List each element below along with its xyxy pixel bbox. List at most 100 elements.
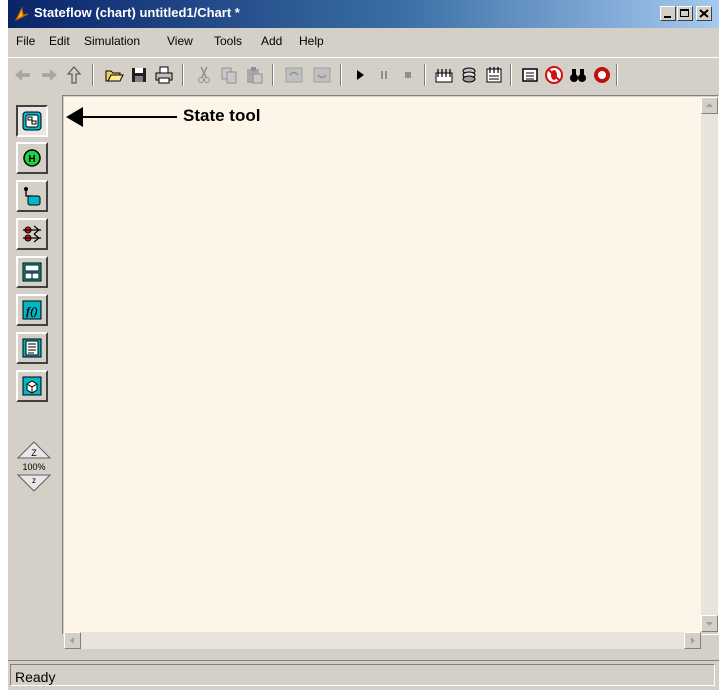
svg-text:f(): f()	[26, 304, 38, 318]
title-bar[interactable]: Stateflow (chart) untitled1/Chart *	[8, 0, 719, 28]
maximize-button[interactable]	[677, 6, 693, 21]
horizontal-scrollbar[interactable]	[64, 632, 701, 649]
toolbar	[8, 57, 719, 94]
box-tool-icon	[22, 376, 42, 396]
toolbar-separator	[616, 64, 618, 86]
status-field: Ready	[10, 664, 715, 686]
cut-button[interactable]	[194, 65, 214, 85]
truth-table-button[interactable]	[16, 256, 48, 288]
toolbar-separator	[182, 64, 184, 86]
paste-icon	[247, 67, 263, 84]
status-bar: Ready	[8, 660, 719, 691]
graphical-function-button[interactable]: f()	[16, 294, 48, 326]
up-button[interactable]	[64, 65, 84, 85]
object-palette: H f() Z 100% z	[8, 95, 62, 635]
scroll-right-button[interactable]	[684, 632, 701, 649]
menu-simulation[interactable]: Simulation	[84, 34, 140, 48]
arrow-down-icon	[706, 622, 713, 626]
forward-icon	[42, 69, 57, 81]
toolbar-separator	[272, 64, 274, 86]
menu-view[interactable]: View	[167, 34, 193, 48]
redo-button[interactable]	[312, 65, 332, 85]
toolbar-separator	[510, 64, 512, 86]
stateflow-icon	[14, 6, 29, 22]
stateflow-window: Stateflow (chart) untitled1/Chart * File…	[8, 0, 719, 690]
print-icon	[155, 66, 173, 84]
callout-arrow-line	[81, 116, 177, 118]
truth-table-icon	[22, 262, 42, 282]
window-title: Stateflow (chart) untitled1/Chart *	[34, 5, 240, 20]
scroll-left-button[interactable]	[64, 632, 81, 649]
menu-file[interactable]: File	[16, 34, 35, 48]
pause-icon	[381, 71, 387, 79]
copy-button[interactable]	[219, 65, 239, 85]
zoom-in-label: Z	[31, 448, 37, 458]
minimize-button[interactable]	[660, 6, 676, 21]
toolbar-separator	[92, 64, 94, 86]
rebuild-icon	[462, 67, 476, 83]
cut-icon	[198, 66, 210, 83]
arrow-left-icon	[70, 637, 74, 644]
find-icon	[570, 69, 586, 82]
connective-junction-button[interactable]	[16, 218, 48, 250]
undo-button[interactable]	[284, 65, 304, 85]
copy-icon	[221, 67, 237, 84]
build-icon	[435, 69, 453, 83]
model-explorer-button[interactable]	[484, 65, 504, 85]
scroll-up-button[interactable]	[701, 97, 718, 114]
paste-button[interactable]	[244, 65, 264, 85]
menu-edit[interactable]: Edit	[49, 34, 70, 48]
scroll-down-button[interactable]	[701, 615, 718, 632]
box-tool-button[interactable]	[16, 370, 48, 402]
save-icon	[132, 68, 146, 82]
up-icon	[66, 66, 82, 84]
history-junction-icon: H	[23, 149, 41, 167]
forward-button[interactable]	[39, 65, 59, 85]
embedded-matlab-icon	[22, 338, 42, 358]
graphical-function-icon: f()	[22, 300, 42, 320]
zoom-in-button[interactable]: Z	[16, 441, 52, 459]
back-icon	[15, 69, 30, 81]
vertical-scrollbar[interactable]	[701, 97, 718, 632]
chart-canvas[interactable]	[64, 97, 701, 632]
open-button[interactable]	[104, 65, 124, 85]
explorer-button[interactable]	[520, 65, 540, 85]
debugger-button[interactable]	[544, 65, 564, 85]
embedded-matlab-button[interactable]	[16, 332, 48, 364]
simulink-button[interactable]	[592, 65, 612, 85]
menu-tools[interactable]: Tools	[214, 34, 242, 48]
history-junction-button[interactable]: H	[16, 142, 48, 174]
zoom-out-button[interactable]: z	[16, 474, 52, 492]
save-button[interactable]	[129, 65, 149, 85]
default-transition-button[interactable]	[16, 180, 48, 212]
build-button[interactable]	[434, 65, 454, 85]
state-tool-button[interactable]	[16, 105, 48, 137]
toolbar-separator	[340, 64, 342, 86]
arrow-right-icon	[691, 637, 695, 644]
redo-icon	[313, 67, 331, 83]
back-button[interactable]	[13, 65, 33, 85]
simulink-icon	[594, 67, 610, 83]
menu-bar: File Edit Simulation View Tools Add Help	[8, 30, 719, 52]
zoom-level: 100%	[22, 462, 46, 472]
close-button[interactable]	[696, 6, 712, 21]
zoom-in-icon: Z	[16, 441, 52, 459]
open-icon	[105, 70, 124, 82]
rebuild-button[interactable]	[459, 65, 479, 85]
print-button[interactable]	[154, 65, 174, 85]
start-button[interactable]	[350, 65, 370, 85]
stop-button[interactable]	[398, 65, 418, 85]
state-tool-icon	[22, 111, 42, 131]
find-button[interactable]	[568, 65, 588, 85]
menu-add[interactable]: Add	[261, 34, 282, 48]
connective-junction-icon	[23, 225, 41, 243]
menu-help[interactable]: Help	[299, 34, 324, 48]
svg-text:H: H	[28, 154, 35, 165]
model-explorer-icon	[486, 67, 502, 83]
pause-button[interactable]	[374, 65, 394, 85]
default-transition-icon	[24, 187, 41, 206]
arrow-up-icon	[706, 103, 713, 107]
debugger-icon	[522, 68, 538, 82]
status-text: Ready	[15, 669, 56, 685]
undo-icon	[285, 67, 303, 83]
